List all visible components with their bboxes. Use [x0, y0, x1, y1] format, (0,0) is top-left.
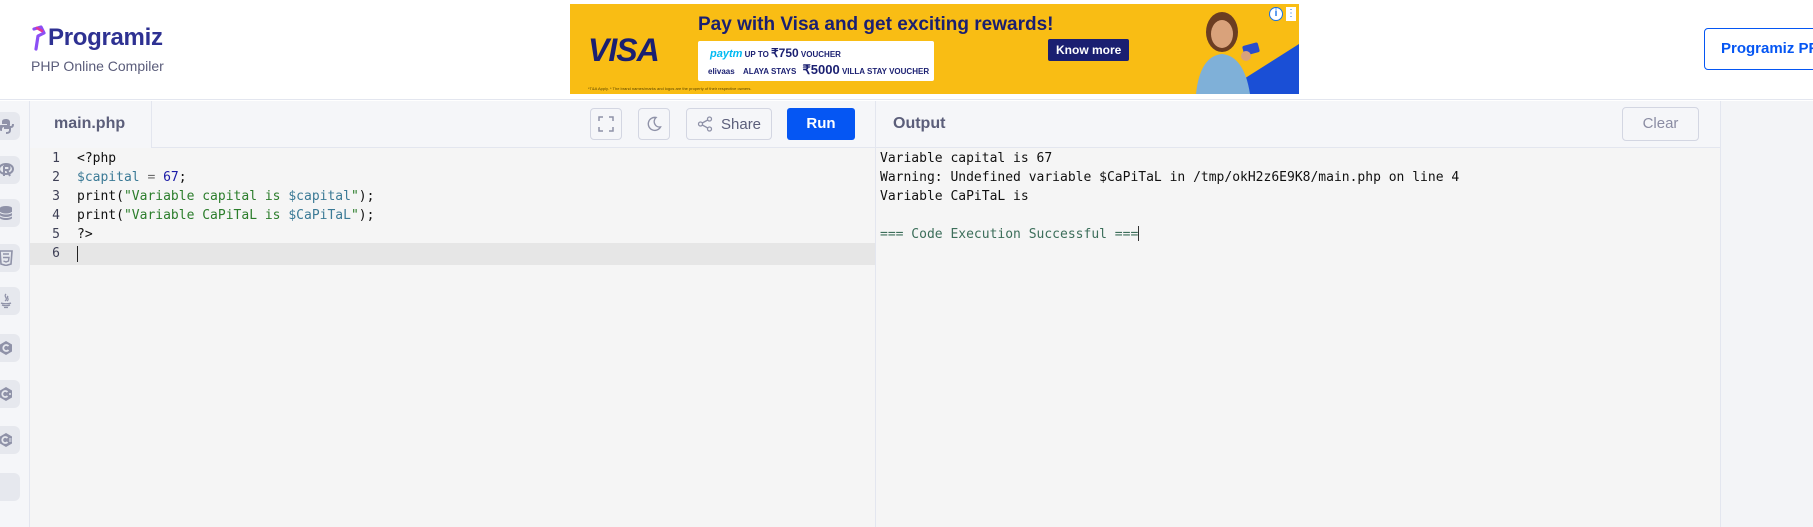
- programiz-pro-button[interactable]: Programiz PRO: [1704, 28, 1813, 70]
- ad-line2-amount: ₹5000: [802, 62, 840, 77]
- code-line[interactable]: 6: [30, 243, 875, 265]
- ad-offer-line-1: paytm UP TO ₹750 VOUCHER: [710, 46, 841, 60]
- java-icon[interactable]: [0, 287, 20, 315]
- run-button[interactable]: Run: [787, 108, 855, 140]
- ad-offer-line-2: elivaas ALAYA STAYS ₹5000 VILLA STAY VOU…: [708, 62, 929, 78]
- code-token: ;: [178, 170, 187, 185]
- header: Programiz PHP Online Compiler VISA Pay w…: [0, 0, 1813, 100]
- ad-line1-suffix: VOUCHER: [800, 50, 841, 59]
- language-icon[interactable]: [0, 473, 20, 501]
- output-panel[interactable]: Variable capital is 67 Warning: Undefined…: [875, 148, 1720, 527]
- language-sidebar: [0, 101, 30, 527]
- code-editor[interactable]: 1 <?php 2 $capital = 67; 3 print("Variable ca…: [30, 148, 875, 527]
- ad-offer-box: paytm UP TO ₹750 VOUCHER elivaas ALAYA S…: [698, 41, 934, 81]
- code-token: <?php: [77, 151, 117, 166]
- c-icon[interactable]: [0, 334, 20, 362]
- ad-line1-prefix: UP TO: [744, 50, 769, 59]
- ad-brand: VISA: [588, 32, 660, 68]
- logo-text: Programiz: [48, 24, 163, 51]
- output-line: Variable CaPiTaL is: [880, 189, 1029, 204]
- r-icon[interactable]: [0, 156, 20, 184]
- ad-headline: Pay with Visa and get exciting rewards!: [698, 14, 1054, 35]
- ad-line2-brand-1: elivaas: [708, 67, 735, 76]
- output-cursor: [1138, 226, 1140, 241]
- code-token: );: [358, 208, 375, 223]
- ad-line2-suffix: VILLA STAY VOUCHER: [841, 67, 930, 76]
- moon-icon: [647, 116, 662, 132]
- cpp-icon[interactable]: [0, 380, 20, 408]
- compiler-subtitle: PHP Online Compiler: [31, 58, 164, 74]
- execution-status-line: === Code Execution Successful ===: [880, 226, 1140, 242]
- code-token: ?>: [77, 227, 93, 242]
- code-token: ": [350, 189, 359, 204]
- code-token: ": [350, 208, 359, 223]
- code-token: $capital: [288, 189, 351, 204]
- fullscreen-button[interactable]: [590, 108, 622, 140]
- output-toolbar: Output Clear: [875, 101, 1720, 148]
- ad-line1-amount: ₹750: [771, 46, 799, 60]
- ad-know-more-button[interactable]: Know more: [1048, 39, 1130, 61]
- adchoices-icon[interactable]: i: [1269, 7, 1283, 21]
- code-token: "Variable CaPiTaL is: [123, 208, 289, 223]
- programiz-logo-icon: [32, 25, 46, 51]
- python-icon[interactable]: [0, 112, 20, 140]
- code-token: );: [358, 189, 375, 204]
- code-token: print(: [77, 189, 124, 204]
- share-icon: [697, 116, 713, 132]
- fullscreen-icon: [598, 116, 614, 132]
- ad-line1-brand: paytm: [710, 48, 743, 60]
- right-gutter: [1720, 101, 1813, 527]
- share-button[interactable]: Share: [686, 108, 772, 140]
- code-token: $capital: [77, 170, 140, 185]
- theme-toggle-button[interactable]: [638, 108, 670, 140]
- code-token: print(: [77, 208, 124, 223]
- ad-fine-print: *T&A Apply. * The brand names/marks and …: [588, 86, 752, 91]
- clear-button[interactable]: Clear: [1622, 107, 1699, 141]
- text-cursor: [77, 246, 78, 262]
- share-label: Share: [721, 115, 762, 133]
- line-number: 6: [52, 246, 60, 261]
- code-token: =: [139, 170, 164, 185]
- ad-menu-icon[interactable]: ⋮: [1286, 7, 1296, 21]
- code-token: "Variable capital is: [123, 189, 289, 204]
- sql-icon[interactable]: [0, 199, 20, 227]
- code-token: 67: [163, 170, 179, 185]
- file-tab-main-php[interactable]: main.php: [30, 101, 152, 148]
- programiz-logo[interactable]: Programiz: [32, 24, 163, 52]
- code-token: $CaPiTaL: [288, 208, 351, 223]
- csharp-icon[interactable]: [0, 426, 20, 454]
- editor-toolbar: main.php Share Run: [30, 101, 875, 148]
- ad-line2-brand-2: ALAYA STAYS: [742, 67, 797, 76]
- advertisement-banner[interactable]: VISA Pay with Visa and get exciting rewa…: [570, 4, 1299, 94]
- html-icon[interactable]: [0, 244, 20, 272]
- output-title: Output: [893, 115, 946, 132]
